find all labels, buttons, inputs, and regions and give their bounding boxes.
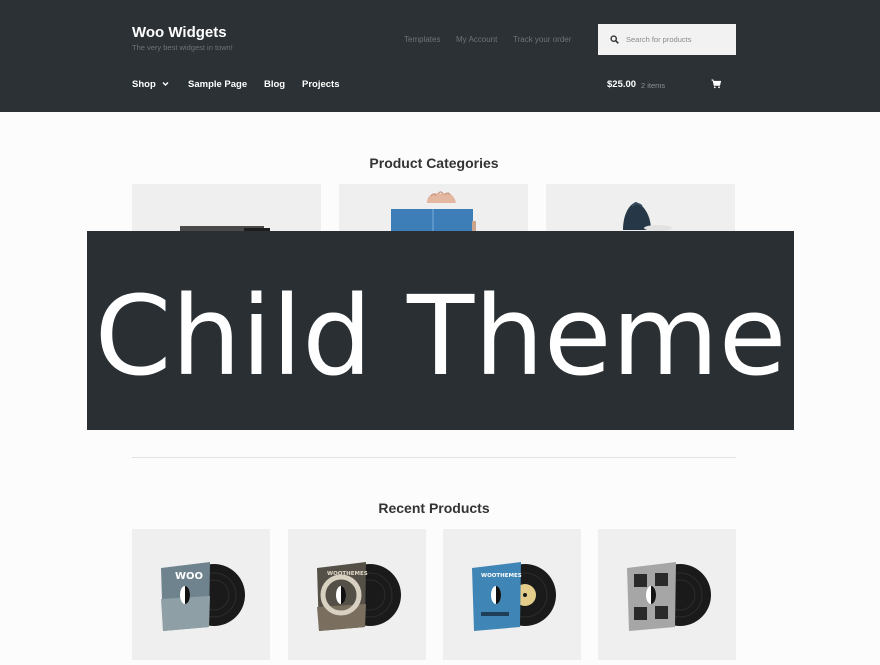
chevron-down-icon[interactable]: [162, 81, 169, 87]
product-tile[interactable]: WOOTHEMES: [443, 529, 581, 660]
product-image: [627, 562, 711, 631]
product-tile[interactable]: [598, 529, 736, 660]
product-image: WOO: [161, 562, 245, 631]
site-title[interactable]: Woo Widgets: [132, 24, 227, 41]
record-label-text: WOO: [175, 571, 203, 582]
recent-products-heading: Recent Products: [378, 500, 490, 516]
nav-item-shop[interactable]: Shop: [132, 79, 156, 90]
record-label-text: WOOTHEMES: [481, 573, 522, 579]
cart-item-count[interactable]: 2 items: [641, 81, 665, 90]
nav-item-blog[interactable]: Blog: [264, 79, 285, 90]
nav-link-my-account[interactable]: My Account: [456, 35, 497, 44]
nav-item-sample-page[interactable]: Sample Page: [188, 79, 247, 90]
category-image: [180, 226, 270, 231]
category-tile[interactable]: [339, 184, 528, 231]
site-header: Woo Widgets The very best widgest in tow…: [0, 0, 880, 112]
site-tagline: The very best widgest in town!: [132, 43, 233, 52]
search-icon: [610, 35, 619, 44]
nav-link-templates[interactable]: Templates: [404, 35, 440, 44]
banner-text: Child Theme: [94, 272, 787, 400]
search-input[interactable]: [626, 24, 730, 55]
product-categories-heading: Product Categories: [369, 155, 499, 171]
category-tile[interactable]: [546, 184, 735, 231]
search-box[interactable]: [598, 24, 736, 55]
category-image: [623, 202, 672, 231]
category-tile[interactable]: [132, 184, 321, 231]
cart-icon[interactable]: [711, 79, 721, 89]
product-image: WOOTHEMES: [317, 562, 401, 631]
record-label-text: WOOTHEMES: [327, 571, 368, 577]
category-image: [391, 191, 476, 231]
section-divider: [132, 457, 736, 458]
cart-total[interactable]: $25.00: [607, 79, 636, 90]
product-image: WOOTHEMES: [472, 562, 556, 631]
product-tile[interactable]: WOO: [132, 529, 270, 660]
child-theme-banner: Child Theme: [87, 231, 794, 430]
nav-item-projects[interactable]: Projects: [302, 79, 340, 90]
product-tile[interactable]: WOOTHEMES: [288, 529, 426, 660]
nav-link-track-order[interactable]: Track your order: [513, 35, 571, 44]
